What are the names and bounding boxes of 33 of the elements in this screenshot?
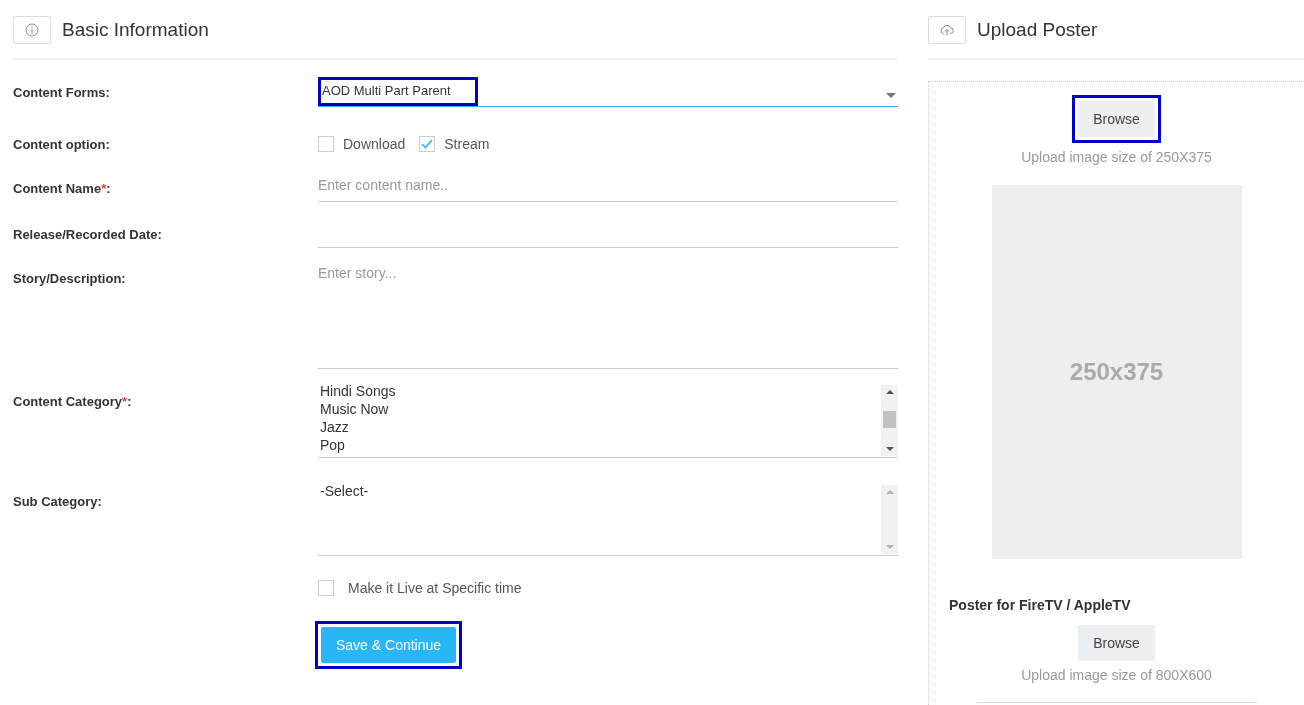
field-label: Sub Category: [13, 494, 102, 509]
list-item[interactable]: Jazz [320, 418, 349, 436]
field-label: Content Category*: [13, 394, 132, 409]
browse-button[interactable]: Browse [1078, 625, 1155, 661]
content-forms-select[interactable]: AOD Multi Part Parent [318, 77, 898, 107]
checkbox-label: Stream [444, 136, 490, 152]
placeholder-text: 250x375 [1069, 358, 1164, 386]
field-label: Content Forms: [13, 85, 110, 100]
field-label: Story/Description: [13, 271, 126, 286]
checkbox[interactable] [318, 136, 334, 152]
list-box[interactable]: -Select- [318, 482, 898, 556]
section-title: Basic Information [62, 19, 209, 41]
checkbox-label: Make it Live at Specific time [348, 580, 522, 596]
list-item[interactable]: Pop [320, 436, 345, 454]
list-item[interactable]: Music Now [320, 400, 389, 418]
upload-hint: Upload image size of 250X375 [1021, 149, 1212, 165]
checkbox[interactable] [419, 136, 436, 152]
scrollbar[interactable] [881, 485, 898, 554]
cloud-upload-icon [928, 16, 966, 44]
browse-button[interactable]: Browse [1078, 101, 1155, 137]
field-label: Content Name*: [13, 181, 111, 196]
checkbox[interactable] [318, 580, 334, 596]
checkbox-label: Download [343, 136, 406, 152]
field-label: Content option: [13, 136, 110, 152]
upload-hint: Upload image size of 800X600 [1021, 667, 1212, 683]
info-icon [13, 16, 51, 44]
list-box[interactable]: Hindi Songs Music Now Jazz Pop [318, 382, 898, 458]
list-item[interactable]: -Select- [320, 482, 369, 500]
list-item[interactable]: Hindi Songs [320, 382, 396, 400]
tv-poster-title: Poster for FireTV / AppleTV [949, 597, 1132, 613]
field-label: Release/Recorded Date: [13, 227, 162, 242]
scrollbar[interactable] [881, 385, 898, 456]
section-title: Upload Poster [977, 19, 1098, 41]
